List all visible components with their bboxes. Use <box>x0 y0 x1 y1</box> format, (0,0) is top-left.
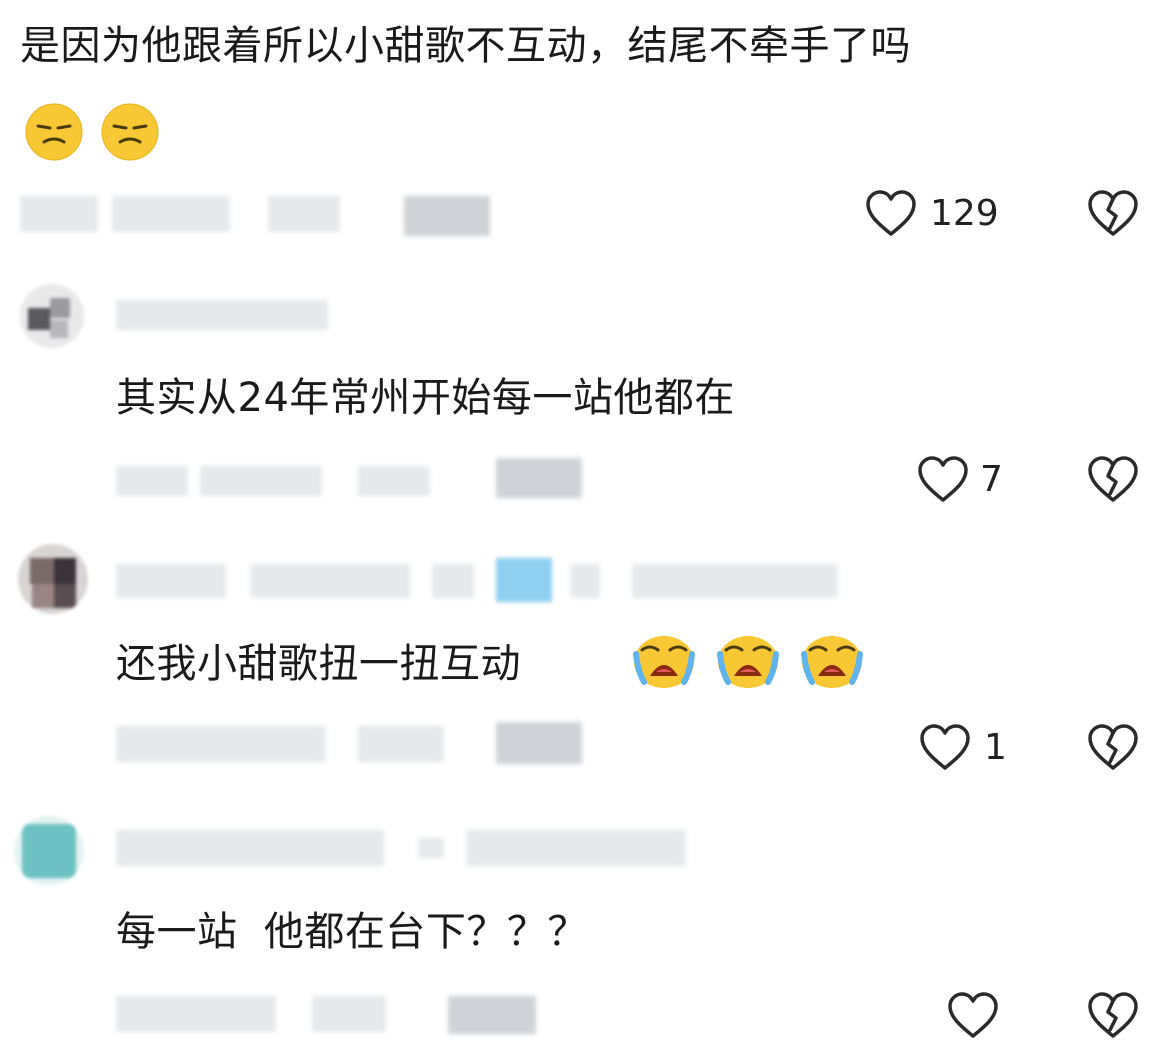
blurred-username[interactable] <box>432 564 474 598</box>
heart-icon[interactable] <box>864 188 918 238</box>
blurred-badge <box>496 558 552 602</box>
comment-text: 还我小甜歌扭一扭互动 <box>116 641 521 687</box>
like-count: 129 <box>930 193 999 234</box>
comment-4: 每一站 他都在台下？？？ <box>0 804 1160 1052</box>
comment-1: 是因为他跟着所以小甜歌不互动，结尾不牵手了吗 129 <box>0 0 1160 260</box>
comment-text: 每一站 他都在台下？？？ <box>116 909 588 955</box>
loudly-crying-emoji <box>633 636 695 688</box>
loudly-crying-emoji <box>801 636 863 688</box>
broken-heart-icon[interactable] <box>1086 722 1140 772</box>
blurred-meta <box>358 466 430 496</box>
blurred-meta <box>116 726 326 762</box>
blurred-meta <box>358 726 444 762</box>
blurred-meta <box>20 196 98 232</box>
avatar[interactable] <box>20 284 84 348</box>
blurred-meta <box>200 466 322 496</box>
blurred-reply[interactable] <box>496 722 582 764</box>
heart-icon[interactable] <box>946 990 1000 1040</box>
broken-heart-icon[interactable] <box>1086 454 1140 504</box>
blurred-username[interactable] <box>116 300 328 330</box>
like-count: 1 <box>984 727 1007 768</box>
broken-heart-icon[interactable] <box>1086 188 1140 238</box>
frowning-face-emoji <box>101 103 159 161</box>
like-count: 7 <box>980 459 1003 500</box>
blurred-username[interactable] <box>466 830 686 866</box>
comment-text: 是因为他跟着所以小甜歌不互动，结尾不牵手了吗 <box>20 23 911 69</box>
heart-icon[interactable] <box>918 722 972 772</box>
comment-text: 其实从24年常州开始每一站他都在 <box>116 375 735 421</box>
blurred-username[interactable] <box>418 838 444 858</box>
blurred-meta <box>116 996 276 1032</box>
blurred-reply[interactable] <box>496 458 582 498</box>
blurred-meta <box>268 196 340 232</box>
blurred-meta <box>112 196 230 232</box>
blurred-reply[interactable] <box>448 996 536 1034</box>
blurred-username[interactable] <box>250 564 410 598</box>
comment-2: 其实从24年常州开始每一站他都在 7 <box>0 270 1160 520</box>
avatar[interactable] <box>14 816 84 886</box>
frowning-face-emoji <box>25 103 83 161</box>
blurred-username[interactable] <box>116 564 226 598</box>
blurred-reply[interactable] <box>404 196 490 236</box>
avatar[interactable] <box>18 544 88 614</box>
loudly-crying-emoji <box>717 636 779 688</box>
heart-icon[interactable] <box>916 454 970 504</box>
broken-heart-icon[interactable] <box>1086 990 1140 1040</box>
comment-3: 还我小甜歌扭一扭互动 1 <box>0 536 1160 796</box>
blurred-meta <box>312 996 386 1032</box>
blurred-username[interactable] <box>570 564 600 598</box>
blurred-username[interactable] <box>632 564 838 598</box>
blurred-username[interactable] <box>116 830 384 866</box>
blurred-meta <box>116 466 188 496</box>
